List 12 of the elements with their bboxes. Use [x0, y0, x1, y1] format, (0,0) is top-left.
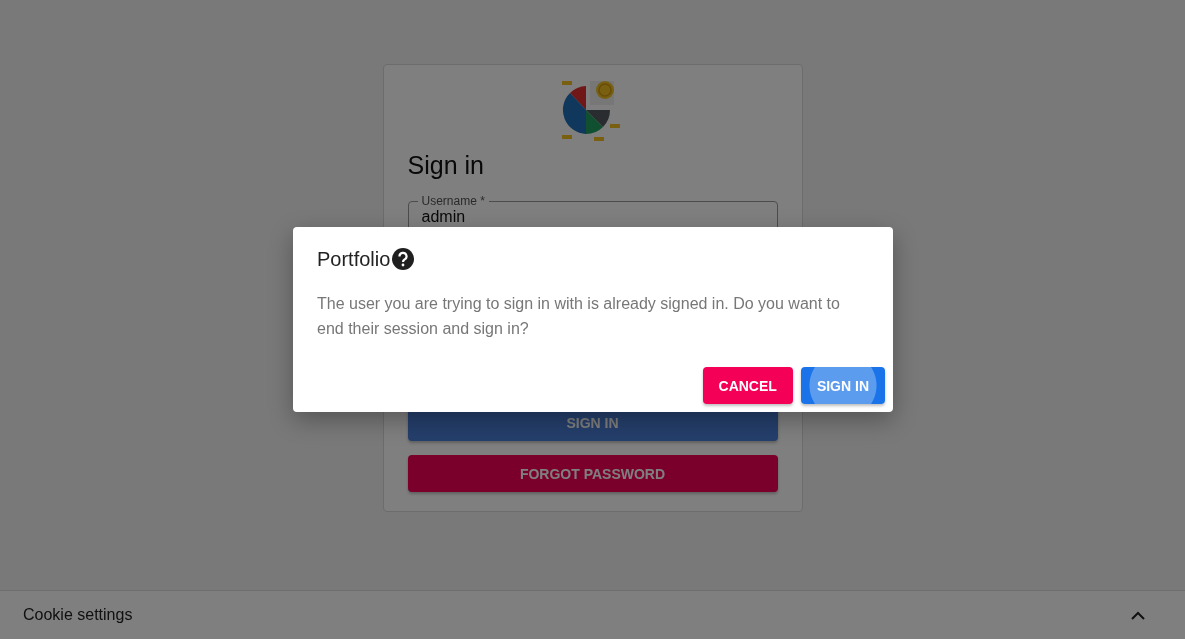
- username-value: admin: [421, 208, 467, 226]
- dialog-message: The user you are trying to sign in with is already signed in. Do you want to end their session and sign in?: [317, 294, 841, 339]
- dialog-title: Portfolio: [317, 247, 391, 271]
- cancel-button[interactable]: CANCEL: [702, 367, 793, 404]
- cookie-label: Cookie settings: [23, 606, 133, 624]
- sign-in-button[interactable]: SIGN IN: [800, 367, 885, 404]
- chevron-icon[interactable]: [1131, 610, 1145, 620]
- sign-in-heading: Sign in: [407, 151, 485, 180]
- help-icon[interactable]: [392, 248, 415, 270]
- cookie-bar[interactable]: Cookie settings: [0, 590, 1185, 639]
- username-label: Username *: [420, 194, 486, 208]
- forgot-password-button[interactable]: FORGOT PASSWORD: [407, 455, 778, 492]
